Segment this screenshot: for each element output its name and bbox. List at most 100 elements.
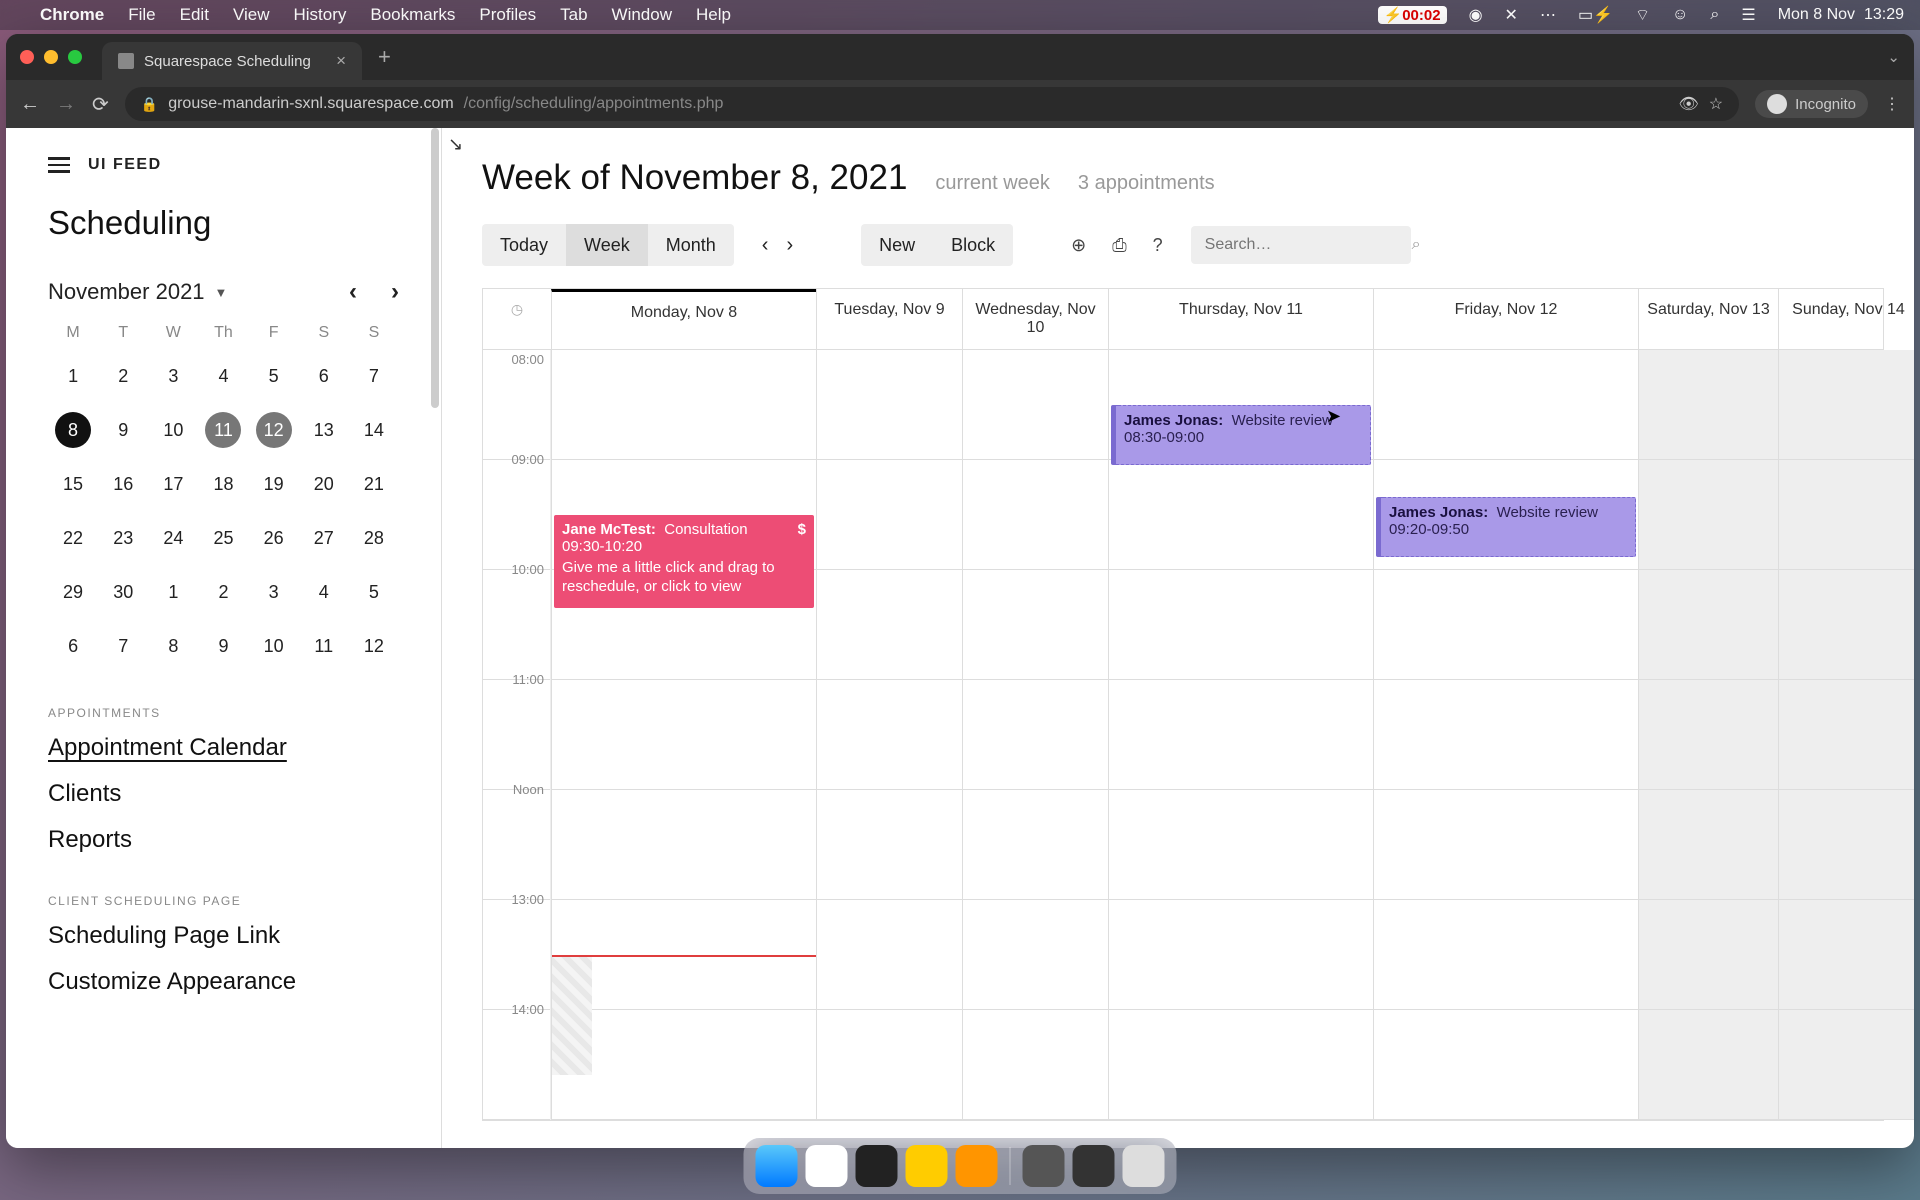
mini-cal-day[interactable]: 10 bbox=[148, 410, 198, 450]
menu-help[interactable]: Help bbox=[696, 5, 731, 25]
user-icon[interactable]: ☺ bbox=[1672, 6, 1688, 24]
mini-cal-day[interactable]: 7 bbox=[349, 356, 399, 396]
day-header[interactable]: Sunday, Nov 14 bbox=[1778, 289, 1914, 349]
forward-button[interactable]: → bbox=[56, 93, 76, 116]
tab-overflow-button[interactable]: ⌄ bbox=[1887, 48, 1900, 66]
mini-cal-day[interactable]: 13 bbox=[299, 410, 349, 450]
menu-bookmarks[interactable]: Bookmarks bbox=[370, 5, 455, 25]
appointment[interactable]: James Jonas: Website review09:20-09:50 bbox=[1376, 497, 1636, 557]
nav-clients[interactable]: Clients bbox=[48, 780, 399, 808]
menu-file[interactable]: File bbox=[128, 5, 155, 25]
mini-cal-day[interactable]: 6 bbox=[299, 356, 349, 396]
month-prev-button[interactable]: ‹ bbox=[349, 278, 357, 306]
mini-cal-day[interactable]: 1 bbox=[48, 356, 98, 396]
mini-cal-day[interactable]: 4 bbox=[299, 572, 349, 612]
day-header[interactable]: Friday, Nov 12 bbox=[1373, 289, 1638, 349]
incognito-indicator[interactable]: Incognito bbox=[1755, 90, 1868, 118]
mini-cal-day[interactable]: 26 bbox=[249, 518, 299, 558]
menu-edit[interactable]: Edit bbox=[180, 5, 209, 25]
dock-terminal[interactable] bbox=[856, 1145, 898, 1187]
mini-cal-day[interactable]: 15 bbox=[48, 464, 98, 504]
month-button[interactable]: Month bbox=[648, 224, 734, 266]
mini-cal-day[interactable]: 1 bbox=[148, 572, 198, 612]
tab-close-button[interactable]: × bbox=[336, 51, 346, 71]
nav-reports[interactable]: Reports bbox=[48, 826, 399, 854]
zoom-icon[interactable]: ⊕ bbox=[1063, 235, 1094, 256]
menu-view[interactable]: View bbox=[233, 5, 270, 25]
dock-notes[interactable] bbox=[906, 1145, 948, 1187]
day-header[interactable]: Tuesday, Nov 9 bbox=[816, 289, 962, 349]
wifi-icon[interactable]: ⌔ bbox=[1635, 5, 1650, 25]
day-header[interactable]: Thursday, Nov 11 bbox=[1108, 289, 1373, 349]
month-picker-label[interactable]: November 2021 bbox=[48, 279, 205, 305]
chrome-menu-button[interactable]: ⋮ bbox=[1884, 94, 1900, 114]
day-column[interactable] bbox=[1778, 350, 1914, 1120]
day-column[interactable] bbox=[816, 350, 962, 1120]
sidebar-scrollbar[interactable] bbox=[431, 128, 439, 1148]
eye-off-icon[interactable]: 👁 bbox=[1678, 94, 1698, 114]
appointment[interactable]: Jane McTest: Consultation09:30-10:20Give… bbox=[554, 515, 814, 608]
menubar-date[interactable]: Mon 8 Nov 13:29 bbox=[1778, 6, 1904, 24]
status-icon[interactable]: ◉ bbox=[1469, 5, 1483, 25]
mini-cal-day[interactable]: 12 bbox=[249, 410, 299, 450]
back-button[interactable]: ← bbox=[20, 93, 40, 116]
day-header[interactable]: Saturday, Nov 13 bbox=[1638, 289, 1778, 349]
dock-finder[interactable] bbox=[756, 1145, 798, 1187]
window-minimize-button[interactable] bbox=[44, 50, 58, 64]
mini-cal-day[interactable]: 2 bbox=[198, 572, 248, 612]
dock-app[interactable] bbox=[956, 1145, 998, 1187]
mini-cal-day[interactable]: 20 bbox=[299, 464, 349, 504]
mini-cal-day[interactable]: 23 bbox=[98, 518, 148, 558]
mini-cal-day[interactable]: 30 bbox=[98, 572, 148, 612]
mini-cal-day[interactable]: 11 bbox=[198, 410, 248, 450]
expand-arrow-icon[interactable]: ↘ bbox=[448, 134, 463, 155]
mini-cal-day[interactable]: 25 bbox=[198, 518, 248, 558]
day-column[interactable]: Jane McTest: Consultation09:30-10:20Give… bbox=[551, 350, 816, 1120]
calendar-body[interactable]: 08:0009:0010:0011:00Noon13:0014:00Jane M… bbox=[483, 350, 1883, 1120]
month-next-button[interactable]: › bbox=[391, 278, 399, 306]
mini-cal-day[interactable]: 5 bbox=[249, 356, 299, 396]
mini-cal-day[interactable]: 28 bbox=[349, 518, 399, 558]
day-header[interactable]: Wednesday, Nov 10 bbox=[962, 289, 1108, 349]
prev-week-button[interactable]: ‹ bbox=[762, 234, 769, 257]
reload-button[interactable]: ⟳ bbox=[92, 92, 109, 117]
battery-icon[interactable]: ▭⚡ bbox=[1578, 5, 1613, 25]
mini-cal-day[interactable]: 24 bbox=[148, 518, 198, 558]
mini-cal-day[interactable]: 27 bbox=[299, 518, 349, 558]
mini-cal-day[interactable]: 21 bbox=[349, 464, 399, 504]
search-icon[interactable]: ⌕ bbox=[1412, 236, 1421, 254]
mini-cal-day[interactable]: 12 bbox=[349, 626, 399, 666]
mini-cal-day[interactable]: 10 bbox=[249, 626, 299, 666]
day-header[interactable]: Monday, Nov 8 bbox=[551, 289, 816, 349]
mini-cal-day[interactable]: 5 bbox=[349, 572, 399, 612]
status-icon[interactable]: ⋯ bbox=[1540, 5, 1556, 25]
dock-app[interactable] bbox=[1073, 1145, 1115, 1187]
mini-cal-day[interactable]: 2 bbox=[98, 356, 148, 396]
today-button[interactable]: Today bbox=[482, 224, 566, 266]
nav-scheduling-page-link[interactable]: Scheduling Page Link bbox=[48, 922, 399, 950]
nav-customize-appearance[interactable]: Customize Appearance bbox=[48, 968, 399, 996]
dock-trash[interactable] bbox=[1123, 1145, 1165, 1187]
mini-cal-day[interactable]: 18 bbox=[198, 464, 248, 504]
bookmark-star-icon[interactable]: ☆ bbox=[1709, 94, 1723, 114]
mini-cal-day[interactable]: 16 bbox=[98, 464, 148, 504]
new-appointment-button[interactable]: New bbox=[861, 224, 933, 266]
mini-cal-day[interactable]: 4 bbox=[198, 356, 248, 396]
mini-cal-day[interactable]: 3 bbox=[249, 572, 299, 612]
day-column[interactable]: James Jonas: Website review08:30-09:00 bbox=[1108, 350, 1373, 1120]
battery-time-indicator[interactable]: ⚡00:02 bbox=[1378, 6, 1447, 24]
menu-profiles[interactable]: Profiles bbox=[479, 5, 536, 25]
menu-window[interactable]: Window bbox=[612, 5, 672, 25]
control-center-icon[interactable]: ☰ bbox=[1741, 5, 1755, 25]
mini-cal-day[interactable]: 3 bbox=[148, 356, 198, 396]
browser-tab[interactable]: Squarespace Scheduling × bbox=[102, 42, 362, 80]
help-icon[interactable]: ? bbox=[1145, 235, 1171, 256]
mini-cal-day[interactable]: 22 bbox=[48, 518, 98, 558]
block-time-button[interactable]: Block bbox=[933, 224, 1013, 266]
mini-cal-day[interactable]: 29 bbox=[48, 572, 98, 612]
mini-cal-day[interactable]: 19 bbox=[249, 464, 299, 504]
next-week-button[interactable]: › bbox=[786, 234, 793, 257]
week-button[interactable]: Week bbox=[566, 224, 648, 266]
mini-cal-day[interactable]: 6 bbox=[48, 626, 98, 666]
mini-cal-day[interactable]: 7 bbox=[98, 626, 148, 666]
